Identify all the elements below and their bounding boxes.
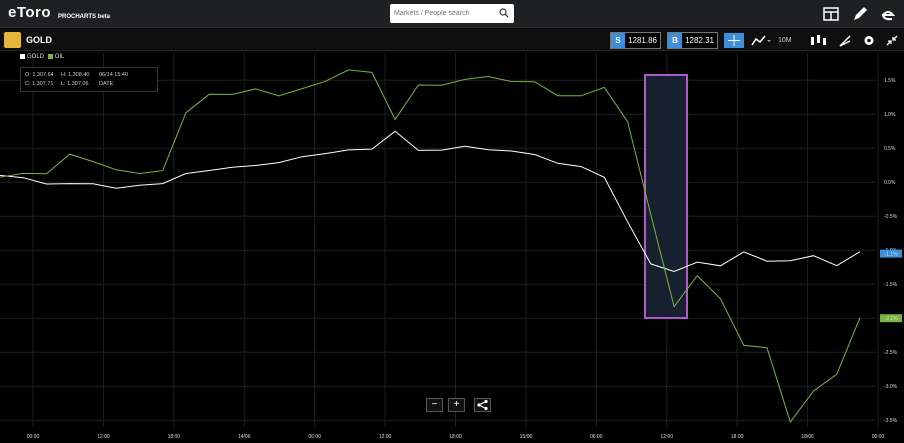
crosshair-button[interactable] (724, 33, 744, 48)
ohlc-panel: O: 1,307.64 H: 1,308.40 06/14 15:40 C: 1… (20, 67, 158, 92)
gold-asset-icon (4, 32, 21, 48)
collapse-icon (886, 35, 898, 46)
layout-icon[interactable] (822, 5, 840, 23)
candlestick-icon (811, 35, 826, 45)
zoom-out-button[interactable]: − (426, 398, 443, 412)
gold-swatch (20, 54, 25, 59)
zoom-in-button[interactable]: + (448, 398, 465, 412)
buy-label: B (668, 33, 682, 48)
buy-price: 1282.31 (685, 36, 714, 45)
y-tick-label: -1.5% (884, 282, 898, 288)
x-tick-label: 18:00 (731, 434, 744, 440)
oil-last-value-label: -2.1% (884, 316, 898, 322)
high-value: H: 1,308.40 (61, 72, 90, 78)
datetime-value: 06/14 15:40 (99, 72, 129, 78)
drawing-tool-icon (839, 35, 851, 47)
crosshair-icon (728, 35, 740, 46)
edit-icon[interactable] (851, 5, 869, 23)
y-tick-label: 0.0% (884, 180, 896, 186)
gear-icon (864, 36, 874, 45)
interval-label: 10M (778, 37, 792, 44)
y-tick-label: 1.0% (884, 112, 896, 118)
sell-price: 1281.86 (628, 36, 657, 45)
x-tick-label: 00:00 (872, 434, 885, 440)
x-tick-label: 12:00 (660, 434, 673, 440)
x-tick-label: 18:00 (168, 434, 181, 440)
x-tick-label: 06:00 (308, 434, 321, 440)
x-tick-label: 15/06 (520, 434, 533, 440)
y-tick-label: -0.5% (884, 214, 898, 220)
gold-last-value-label: -1.1% (884, 252, 898, 258)
y-tick-label: 0.5% (884, 146, 896, 152)
chart-toolbar: GOLD S 1281.86 B 1282.31 10M (0, 29, 904, 51)
etoro-icon[interactable] (879, 5, 897, 23)
sell-button[interactable]: S 1281.86 (610, 32, 661, 49)
legend-gold: GOLD (27, 54, 45, 61)
search-box[interactable] (390, 4, 514, 23)
open-value: O: 1,307.64 (25, 72, 54, 78)
x-tick-label: 12:00 (379, 434, 392, 440)
x-tick-label: 18/06 (801, 434, 814, 440)
share-icon (477, 399, 488, 411)
highlight-box (644, 74, 688, 319)
x-tick-label: 06:00 (590, 434, 603, 440)
close-value: C: 1,307.71 (25, 81, 54, 87)
sell-label: S (611, 33, 625, 48)
drawing-button[interactable] (838, 33, 852, 48)
line-chart-icon (751, 35, 771, 46)
chart-type-button[interactable] (750, 33, 772, 48)
legend-oil: OIL (54, 54, 65, 61)
settings-button[interactable] (862, 33, 876, 48)
search-icon[interactable] (499, 8, 509, 18)
procharts-label: PROCHARTS beta (58, 14, 111, 20)
x-tick-label: 18:00 (449, 434, 462, 440)
candles-button[interactable] (808, 33, 832, 48)
y-tick-label: -3.0% (884, 384, 898, 390)
price-chart[interactable]: 1.5%1.0%0.5%0.0%-0.5%-1.0%-1.5%-2.0%-2.5… (0, 51, 904, 443)
y-tick-label: -2.5% (884, 350, 898, 356)
search-input[interactable] (394, 6, 494, 21)
x-tick-label: 12:00 (97, 434, 110, 440)
oil-series-line (0, 69, 861, 424)
low-value: L: 1,307.06 (61, 81, 89, 87)
oil-swatch (47, 54, 53, 59)
y-tick-label: 1.5% (884, 78, 896, 84)
top-bar: eToro PROCHARTS beta (0, 0, 904, 28)
date-label: DATE (99, 81, 114, 87)
series-legend: GOLD OIL (20, 54, 64, 60)
collapse-button[interactable] (885, 33, 899, 48)
interval-button[interactable]: 10M (778, 33, 800, 48)
asset-name[interactable]: GOLD (26, 35, 52, 45)
x-tick-label: 14/06 (238, 434, 251, 440)
y-tick-label: -3.5% (884, 418, 898, 424)
etoro-logo[interactable]: eToro (8, 4, 51, 21)
share-button[interactable] (474, 398, 491, 412)
x-tick-label: 00:00 (27, 434, 40, 440)
buy-button[interactable]: B 1282.31 (667, 32, 718, 49)
